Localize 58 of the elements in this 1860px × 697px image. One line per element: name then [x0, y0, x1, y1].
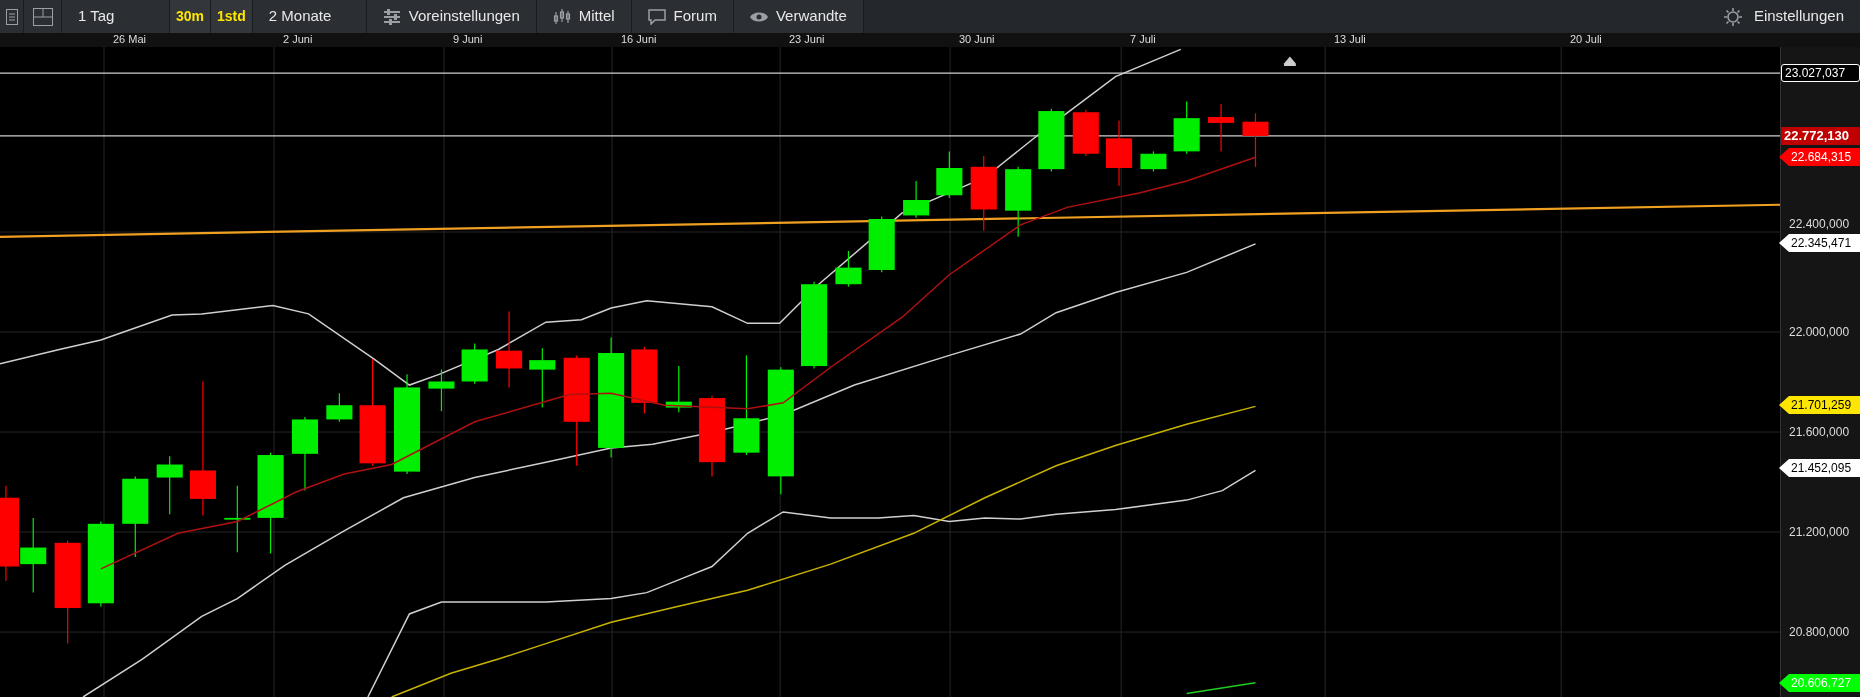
- price-tag: 21.452,095: [1779, 459, 1860, 477]
- candle: [1105, 119, 1133, 187]
- price-axis-label: 22.000,000: [1789, 325, 1850, 339]
- candle: [835, 250, 862, 288]
- price-axis-label: 21.200,000: [1789, 525, 1850, 539]
- candle: [1208, 103, 1235, 152]
- candle: [1005, 166, 1032, 238]
- date-label: 16 Juni: [621, 33, 657, 46]
- date-label: 2 Juni: [283, 33, 313, 46]
- candle: [224, 485, 251, 553]
- date-label: 13 Juli: [1334, 33, 1366, 46]
- price-tag: 22.772,130: [1781, 127, 1860, 145]
- date-label: 23 Juni: [789, 33, 825, 46]
- date-label: 20 Juli: [1570, 33, 1602, 46]
- price-tag: 20.606,727: [1779, 674, 1860, 692]
- candle: [1140, 150, 1167, 173]
- price-tag: 23.027,037: [1781, 64, 1860, 82]
- menu-button[interactable]: Verwandte: [733, 0, 864, 33]
- sliders-icon: [382, 8, 401, 25]
- candle: [156, 455, 183, 515]
- candle: [1038, 108, 1065, 173]
- settings-icon: [1723, 7, 1742, 26]
- price-tag: 22.345,471: [1779, 234, 1860, 252]
- price-axis-label: 21.600,000: [1789, 425, 1850, 439]
- candlestick-icon: [552, 8, 571, 25]
- candle: [665, 365, 692, 413]
- candle: [428, 369, 455, 412]
- range-button[interactable]: 1 Tag: [62, 0, 170, 33]
- list-icon[interactable]: [0, 0, 24, 33]
- price-axis-label: 22.400,000: [1789, 217, 1850, 231]
- candle: [1242, 112, 1269, 168]
- price-tag: 21.701,259: [1779, 396, 1860, 414]
- date-label: 26 Mai: [113, 33, 147, 46]
- period-button[interactable]: 2 Monate: [252, 0, 367, 33]
- menu-button[interactable]: Forum: [631, 0, 734, 33]
- menu-button[interactable]: Mittel: [536, 0, 632, 33]
- candle: [868, 216, 895, 273]
- house-icon: [1283, 56, 1296, 66]
- layout-icon[interactable]: [24, 0, 62, 33]
- candle: [936, 150, 963, 199]
- eye-icon: [749, 10, 768, 23]
- candle: [326, 392, 353, 423]
- interval-button[interactable]: 1std: [211, 0, 253, 33]
- candle: [631, 346, 658, 415]
- candle: [461, 342, 488, 385]
- price-tag: 22.684,315: [1779, 148, 1860, 166]
- interval-button[interactable]: 30m: [170, 0, 212, 33]
- candle: [1173, 100, 1200, 155]
- date-label: 7 Juli: [1130, 33, 1156, 46]
- settings-button[interactable]: Einstellungen: [1707, 0, 1860, 33]
- candle: [529, 347, 556, 409]
- chat-bubble-icon: [647, 8, 666, 25]
- menu-button[interactable]: Voreinstellungen: [366, 0, 537, 33]
- candle: [1072, 109, 1099, 157]
- price-axis-label: 20.800,000: [1789, 625, 1850, 639]
- candle: [903, 180, 930, 219]
- date-label: 9 Juni: [453, 33, 483, 46]
- date-label: 30 Juni: [959, 33, 995, 46]
